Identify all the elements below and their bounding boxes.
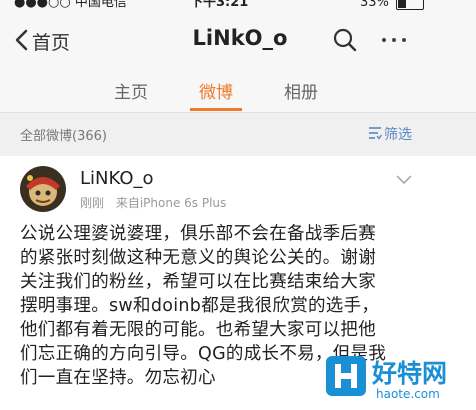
post-time: 刚刚: [80, 196, 105, 210]
active-tab-indicator: [190, 108, 242, 111]
battery-icon: [396, 0, 424, 10]
chevron-down-icon: [396, 175, 412, 185]
filter-bar: 全部微博(366) 筛选: [0, 113, 476, 153]
page-title: LiNkO_o: [192, 26, 288, 50]
avatar-image: [20, 166, 66, 212]
post-text-line: 关注我们的粉丝，希望可以在比赛结束给大家: [20, 272, 376, 292]
post-author[interactable]: LiNKO_o: [80, 168, 154, 189]
search-icon: [333, 28, 357, 52]
watermark-logo-icon: [326, 356, 366, 396]
tab-weibo[interactable]: 微博: [199, 78, 233, 103]
post-text-line: 的紧张时刻做这种无意义的舆论公关的。谢谢: [20, 248, 376, 268]
back-label: 首页: [32, 32, 71, 54]
tab-home[interactable]: 主页: [114, 78, 148, 103]
post-text-line: 他们都有着无限的可能。也希望大家可以把他: [20, 320, 376, 340]
watermark-name: 好特网: [372, 359, 448, 388]
tab-album[interactable]: 相册: [284, 78, 318, 103]
nav-bar: 首页 LiNkO_o: [0, 14, 476, 67]
profile-tabs: 主页 微博 相册: [0, 66, 476, 113]
weibo-count: 全部微博(366): [20, 129, 107, 144]
chevron-left-icon: [15, 29, 28, 51]
status-bar: ●●●○○ 中国电信 下午3:21 33%: [0, 0, 476, 14]
carrier-label: ●●●○○ 中国电信: [14, 0, 127, 10]
watermark: 好特网 haote.com: [326, 356, 472, 406]
avatar[interactable]: [20, 166, 66, 212]
post-text-line: 公说公理婆说婆理，俱乐部不会在备战季后赛: [20, 224, 376, 244]
filter-icon: [369, 127, 382, 140]
watermark-url: haote.com: [376, 387, 440, 401]
post-source: 来自iPhone 6s Plus: [115, 196, 227, 210]
post-options-button[interactable]: [396, 170, 412, 189]
battery-percent: 33%: [360, 0, 389, 10]
search-button[interactable]: [332, 27, 358, 53]
more-button[interactable]: [378, 27, 412, 53]
post-meta: 刚刚 来自iPhone 6s Plus: [80, 194, 226, 211]
post-text-line: 摆明事理。sw和doinb都是我很欣赏的选手，: [20, 296, 380, 316]
filter-label: 筛选: [384, 127, 412, 143]
status-time: 下午3:21: [190, 0, 249, 10]
